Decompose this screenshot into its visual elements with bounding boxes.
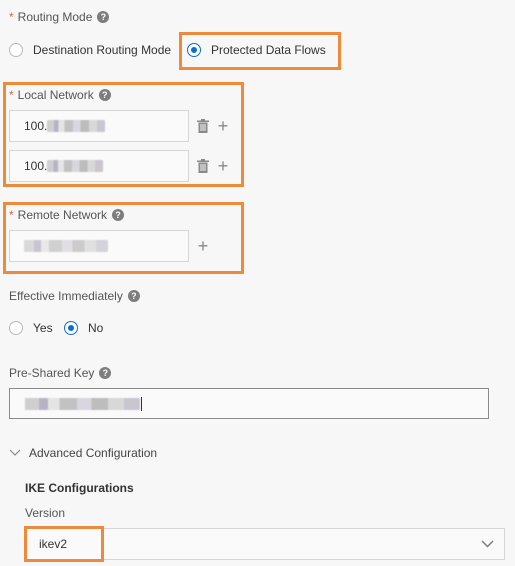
radio-yes[interactable] [9,321,23,335]
version-label: Version [25,506,66,520]
version-select-value: ikev2 [39,537,68,551]
radio-destination-routing-mode-label[interactable]: Destination Routing Mode [33,43,171,57]
add-local-network-icon[interactable]: + [214,117,232,135]
pre-shared-key-label-text: Pre-Shared Key [9,366,95,380]
radio-destination-routing-mode[interactable] [9,43,23,57]
help-icon[interactable]: ? [112,209,125,221]
redacted-value [25,397,140,410]
required-mark: * [9,208,14,222]
ike-configurations-title: IKE Configurations [25,481,134,495]
radio-no[interactable] [64,321,78,335]
routing-mode-radio-protected: Protected Data Flows [187,43,338,57]
trash-icon[interactable] [197,119,209,133]
version-select[interactable]: ikev2 [24,528,505,560]
vpn-connection-form: * Routing Mode ? Destination Routing Mod… [0,0,515,566]
trash-icon[interactable] [197,159,209,173]
chevron-down-icon [481,540,494,548]
pre-shared-key-input[interactable] [9,388,489,419]
help-icon[interactable]: ? [99,367,112,379]
effective-immediately-radio-no: No [64,321,115,335]
effective-immediately-radio-yes: Yes [9,321,65,335]
radio-no-label[interactable]: No [88,321,103,335]
redacted-value [24,240,108,252]
pre-shared-key-label: Pre-Shared Key ? [9,366,112,380]
help-icon[interactable]: ? [97,11,110,23]
local-network-input-1[interactable]: 100. [9,110,189,142]
local-network-label: * Local Network ? [9,88,111,102]
text-cursor [141,396,142,411]
add-local-network-icon[interactable]: + [214,157,232,175]
redacted-value [47,120,106,132]
radio-protected-data-flows-label[interactable]: Protected Data Flows [211,43,326,57]
routing-mode-label: * Routing Mode ? [9,10,110,24]
remote-network-label: * Remote Network ? [9,208,125,222]
redacted-value [47,160,104,172]
effective-immediately-label-text: Effective Immediately [9,289,123,303]
advanced-configuration-label: Advanced Configuration [29,446,158,460]
routing-mode-radio-group: Destination Routing Mode [9,43,183,57]
help-icon[interactable]: ? [127,290,140,302]
local-network-input-2[interactable]: 100. [9,150,189,182]
local-network-value-prefix: 100. [24,119,48,133]
remote-network-label-text: Remote Network [17,208,108,222]
routing-mode-label-text: Routing Mode [17,10,93,24]
chevron-down-icon [9,449,21,456]
effective-immediately-label: Effective Immediately ? [9,289,140,303]
required-mark: * [9,88,14,102]
local-network-value-prefix: 100. [24,159,48,173]
radio-protected-data-flows[interactable] [187,43,201,57]
advanced-configuration-toggle[interactable]: Advanced Configuration [9,446,157,460]
help-icon[interactable]: ? [98,89,111,101]
local-network-label-text: Local Network [17,88,94,102]
add-remote-network-icon[interactable]: + [194,237,212,255]
required-mark: * [9,10,14,24]
remote-network-input-1[interactable] [9,230,189,262]
radio-yes-label[interactable]: Yes [33,321,53,335]
